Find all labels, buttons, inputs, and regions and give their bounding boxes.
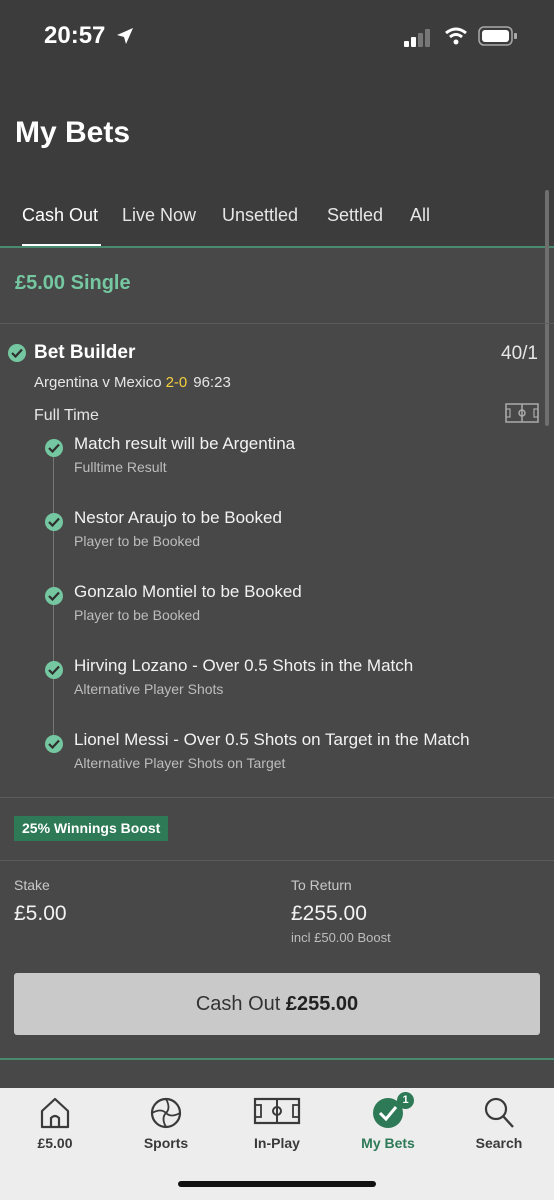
match-period: Full Time [34, 407, 99, 424]
leg-market: Player to be Booked [74, 533, 201, 549]
cash-out-value: £255.00 [285, 993, 359, 1015]
leg-title: Nestor Araujo to be Booked [74, 508, 282, 527]
match-clock: 96:23 [193, 374, 231, 391]
check-icon [45, 587, 63, 605]
match-score: 2-0 [165, 374, 188, 391]
nav-my-bets[interactable]: 1 My Bets [333, 1088, 443, 1178]
bet-tabs: Cash Out Live Now Unsettled Settled All [0, 205, 554, 245]
check-circle-icon [333, 1096, 443, 1132]
notification-badge: 1 [397, 1092, 414, 1109]
tab-settled[interactable]: Settled [327, 205, 383, 226]
nav-sports[interactable]: Sports [111, 1088, 221, 1178]
bet-odds: 40/1 [501, 343, 538, 364]
divider [0, 860, 554, 861]
check-icon [45, 513, 63, 531]
cellular-signal-icon [404, 29, 434, 52]
return-value: £255.00 [291, 902, 367, 925]
nav-balance[interactable]: £5.00 [0, 1088, 110, 1178]
football-icon [111, 1096, 221, 1132]
home-indicator[interactable] [178, 1181, 376, 1187]
tabs-divider [0, 246, 554, 248]
cash-out-label: Cash Out [195, 993, 281, 1015]
stake-value: £5.00 [14, 902, 67, 925]
check-icon [45, 439, 63, 457]
leg-market: Fulltime Result [74, 459, 167, 475]
leg-title: Hirving Lozano - Over 0.5 Shots in the M… [74, 656, 414, 675]
nav-label: My Bets [361, 1135, 415, 1151]
check-icon [45, 661, 63, 679]
scrollbar[interactable] [545, 190, 549, 426]
leg-title: Lionel Messi - Over 0.5 Shots on Target … [74, 730, 470, 749]
leg-title: Match result will be Argentina [74, 434, 296, 453]
wifi-icon [444, 26, 468, 51]
nav-label: £5.00 [37, 1135, 73, 1151]
check-icon [8, 344, 26, 362]
pitch-icon [222, 1096, 332, 1132]
match-info[interactable]: Argentina v Mexico 2-0 96:23 [34, 374, 231, 391]
tab-live-now[interactable]: Live Now [122, 205, 196, 226]
bet-heading: £5.00 Single [15, 272, 131, 294]
return-boost-note: incl £50.00 Boost [291, 930, 391, 945]
battery-icon [478, 26, 518, 51]
nav-label: Sports [143, 1135, 189, 1151]
leg-market: Player to be Booked [74, 607, 201, 623]
pitch-icon[interactable] [505, 403, 539, 428]
status-time: 20:57 [44, 22, 106, 49]
cash-out-button[interactable]: Cash Out £255.00 [14, 973, 540, 1035]
return-label: To Return [291, 877, 352, 893]
nav-label: Search [475, 1135, 523, 1151]
section-divider [0, 1058, 554, 1060]
tab-unsettled[interactable]: Unsettled [222, 205, 298, 226]
tab-cash-out[interactable]: Cash Out [22, 205, 98, 226]
bet-type: Bet Builder [34, 342, 136, 363]
nav-label: In-Play [254, 1135, 300, 1151]
leg-title: Gonzalo Montiel to be Booked [74, 582, 302, 601]
nav-search[interactable]: Search [444, 1088, 554, 1178]
check-icon [45, 735, 63, 753]
leg-market: Alternative Player Shots on Target [74, 755, 286, 771]
status-bar: 20:57 [0, 0, 554, 76]
stake-label: Stake [14, 877, 50, 893]
match-name: Argentina v Mexico [34, 374, 162, 391]
search-icon [444, 1096, 554, 1132]
tab-all[interactable]: All [410, 205, 430, 226]
leg-market: Alternative Player Shots [74, 681, 224, 697]
winnings-boost-badge: 25% Winnings Boost [14, 816, 169, 841]
nav-in-play[interactable]: In-Play [222, 1088, 332, 1178]
divider [0, 797, 554, 798]
divider [0, 323, 554, 324]
location-arrow-icon [116, 27, 134, 50]
home-icon [0, 1096, 110, 1132]
page-title: My Bets [15, 116, 131, 149]
